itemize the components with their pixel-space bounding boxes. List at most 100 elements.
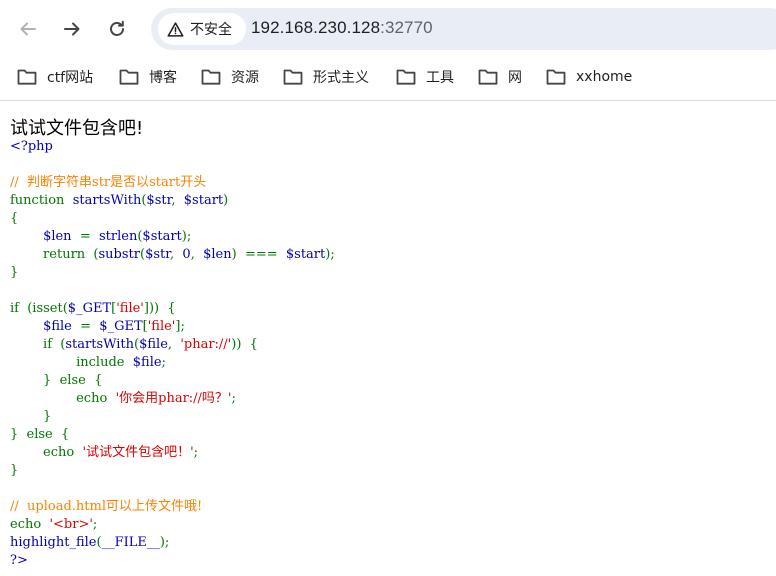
code-token: { xyxy=(10,211,19,226)
code-token: <?php xyxy=(10,139,53,154)
code-token: '试试文件包含吧！' xyxy=(82,445,194,460)
reload-button[interactable] xyxy=(101,13,133,45)
code-line: highlight_file(__FILE__); xyxy=(10,534,335,552)
code-token: } xyxy=(10,409,52,424)
bookmark-tools[interactable]: 工具 xyxy=(396,66,454,88)
folder-icon xyxy=(119,69,139,85)
code-line: } xyxy=(10,264,335,282)
code-token: include xyxy=(10,355,133,370)
code-line: // upload.html可以上传文件哦! xyxy=(10,498,335,516)
code-token: ?> xyxy=(10,553,28,568)
code-line: } else { xyxy=(10,426,335,444)
bookmarks-bar: ctf网站 博客 资源 形式主义 工具 网 xxhome xyxy=(0,58,776,94)
folder-icon xyxy=(283,69,303,85)
code-line: { xyxy=(10,210,335,228)
code-token: echo xyxy=(10,391,116,406)
code-line: } xyxy=(10,408,335,426)
code-token: '<br>' xyxy=(49,517,93,532)
code-token: ); xyxy=(325,247,335,262)
address-bar[interactable]: 不安全 192.168.230.128:32770 xyxy=(151,8,776,50)
code-token: ; xyxy=(231,391,236,406)
reload-icon xyxy=(110,20,124,36)
back-button[interactable] xyxy=(12,13,44,45)
code-token: $file xyxy=(132,355,162,370)
code-line: return (substr($str, 0, $len) === $start… xyxy=(10,246,335,264)
code-token: 'phar://' xyxy=(180,337,232,352)
code-token: = xyxy=(79,229,99,244)
code-token: substr xyxy=(98,247,140,262)
bookmark-formalism[interactable]: 形式主义 xyxy=(283,66,369,88)
code-token: $start xyxy=(142,229,182,244)
bookmark-label: 博客 xyxy=(149,70,177,86)
code-token: function xyxy=(10,193,73,208)
code-token: ); xyxy=(159,535,170,550)
code-token: , xyxy=(171,193,184,208)
toolbar-divider xyxy=(0,100,776,101)
code-token: return ( xyxy=(10,247,99,262)
folder-icon xyxy=(478,69,498,85)
code-token: '你会用phar://吗？' xyxy=(115,391,232,406)
code-line: include $file; xyxy=(10,354,335,372)
security-label: 不安全 xyxy=(190,22,232,38)
code-token: $len xyxy=(203,247,232,262)
code-line: echo '试试文件包含吧！'; xyxy=(10,444,335,462)
url-port: :32770 xyxy=(380,18,433,37)
code-token: ) === xyxy=(231,247,286,262)
code-token: // 判断字符串str是否以start开头 xyxy=(10,175,207,190)
code-line: echo '你会用phar://吗？'; xyxy=(10,390,335,408)
forward-button[interactable] xyxy=(56,13,88,45)
code-line: ?> xyxy=(10,552,335,570)
arrow-right-icon xyxy=(64,22,80,36)
bookmark-xxhome[interactable]: xxhome xyxy=(546,66,632,88)
bookmark-label: 形式主义 xyxy=(313,70,369,86)
bookmark-label: 工具 xyxy=(426,70,454,86)
code-token: )) { xyxy=(231,337,258,352)
code-token: ; xyxy=(92,517,98,532)
code-token: ])) { xyxy=(143,301,176,316)
bookmark-label: ctf网站 xyxy=(47,70,94,86)
code-token: $file xyxy=(43,319,81,334)
bookmark-net[interactable]: 网 xyxy=(478,66,522,88)
code-line: if (isset($_GET['file'])) { xyxy=(10,300,335,318)
bookmark-ctf-sites[interactable]: ctf网站 xyxy=(17,66,93,88)
code-token: 'file' xyxy=(116,301,144,316)
code-token: $str xyxy=(145,247,171,262)
code-token: // upload.html可以上传文件哦! xyxy=(10,499,203,514)
bookmark-label: 网 xyxy=(508,70,522,86)
bookmark-label: xxhome xyxy=(576,69,633,85)
bookmark-label: 资源 xyxy=(231,70,259,86)
url-text[interactable]: 192.168.230.128:32770 xyxy=(251,18,433,38)
code-token: 'file' xyxy=(147,319,176,334)
folder-icon xyxy=(201,69,221,85)
bookmark-resources[interactable]: 资源 xyxy=(201,66,259,88)
security-indicator[interactable]: 不安全 xyxy=(158,13,246,45)
code-token: if ( xyxy=(10,337,66,352)
code-token: $start xyxy=(285,247,326,262)
code-token: echo xyxy=(10,517,50,532)
arrow-left-icon xyxy=(20,22,36,36)
php-source-code: <?php // 判断字符串str是否以start开头 function start… xyxy=(10,138,335,570)
page-heading: 试试文件包含吧! xyxy=(10,118,144,139)
code-token: $_GET xyxy=(67,301,112,316)
bookmark-blog[interactable]: 博客 xyxy=(119,66,177,88)
code-token: ]; xyxy=(175,319,185,334)
code-token: = xyxy=(80,319,100,334)
folder-icon xyxy=(17,69,37,85)
code-token: __FILE__ xyxy=(101,535,160,550)
code-token: $file xyxy=(139,337,168,352)
code-line: // 判断字符串str是否以start开头 xyxy=(10,174,335,192)
code-token: , xyxy=(170,247,183,262)
code-token: echo xyxy=(10,445,83,460)
url-host: 192.168.230.128 xyxy=(251,18,381,37)
code-token: , xyxy=(167,337,181,352)
code-token: , xyxy=(190,247,204,262)
code-token: ) xyxy=(223,193,229,208)
folder-icon xyxy=(396,69,416,85)
browser-toolbar: 不安全 192.168.230.128:32770 xyxy=(0,0,776,58)
code-token: } xyxy=(10,265,19,280)
code-line: <?php xyxy=(10,138,335,156)
code-token: strlen xyxy=(99,229,138,244)
